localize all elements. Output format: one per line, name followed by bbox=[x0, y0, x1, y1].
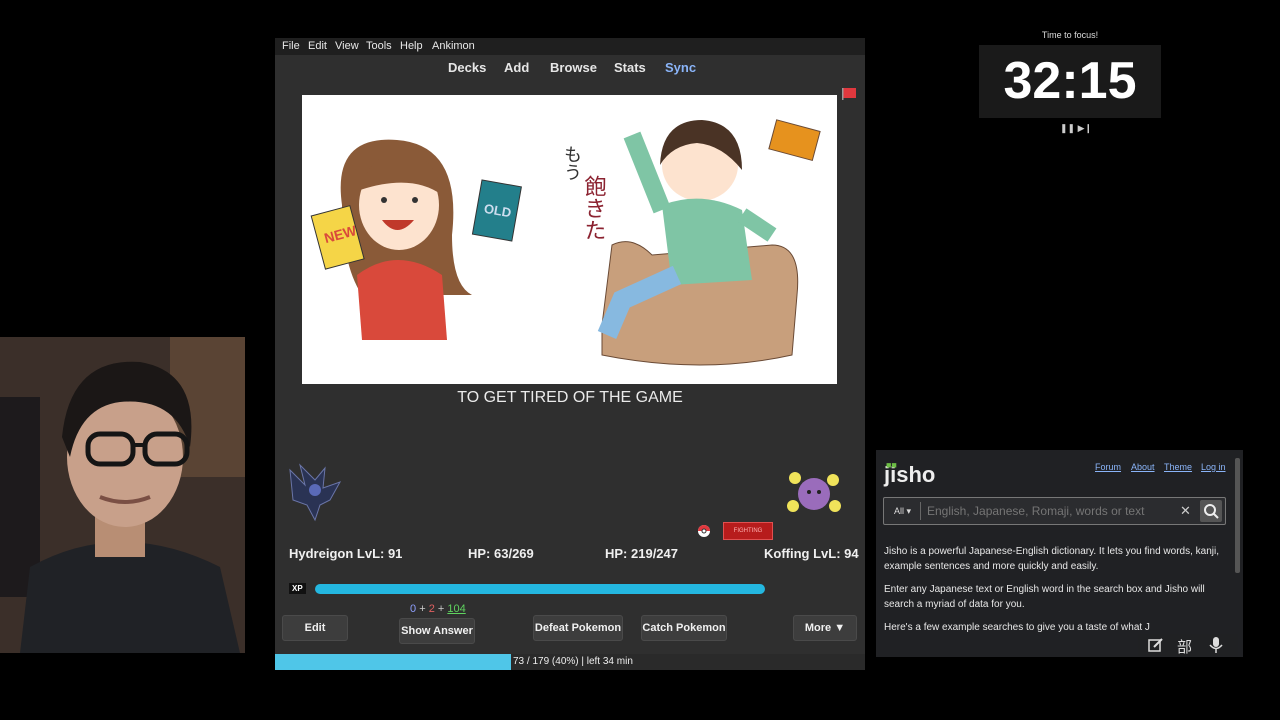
focus-timer: 32:15 bbox=[979, 45, 1161, 118]
koffing-sprite bbox=[787, 472, 841, 512]
xp-bar bbox=[315, 584, 765, 594]
anki-window: File Edit View Tools Help Ankimon Decks … bbox=[275, 38, 865, 670]
player-pokemon-name: Hydreigon LvL: 91 bbox=[289, 546, 403, 561]
new-count: 0 bbox=[410, 603, 417, 615]
show-answer-button[interactable]: Show Answer bbox=[399, 618, 475, 644]
enemy-type-badge: FIGHTING bbox=[723, 522, 773, 540]
timer-value: 32:15 bbox=[1003, 52, 1137, 110]
microphone-icon[interactable] bbox=[1208, 636, 1224, 654]
streamer-webcam-image bbox=[0, 337, 245, 653]
menu-file[interactable]: File bbox=[282, 40, 300, 52]
enemy-pokemon-name: Koffing LvL: 94 bbox=[764, 546, 859, 561]
timer-play-pause-icon[interactable]: ❚❚ ▶❙ bbox=[1060, 123, 1092, 134]
edit-button[interactable]: Edit bbox=[282, 615, 348, 641]
enemy-hp: HP: 219/247 bbox=[605, 546, 678, 561]
jisho-forum-link[interactable]: Forum bbox=[1095, 462, 1121, 472]
menu-bar: File Edit View Tools Help Ankimon bbox=[275, 38, 865, 55]
search-scope-select[interactable]: All ▾ bbox=[894, 506, 911, 517]
menu-help[interactable]: Help bbox=[400, 40, 423, 52]
learn-count: 2 bbox=[428, 603, 435, 615]
menu-view[interactable]: View bbox=[335, 40, 359, 52]
due-count: 104 bbox=[447, 603, 466, 615]
jisho-search-box: All ▾ ✕ bbox=[883, 497, 1226, 525]
catch-pokemon-button[interactable]: Catch Pokemon bbox=[641, 615, 727, 641]
plus-sign: + bbox=[437, 603, 445, 615]
jisho-intro-paragraph: Here's a few example searches to give yo… bbox=[884, 622, 1150, 633]
jisho-scrollbar[interactable] bbox=[1235, 458, 1240, 573]
toolbar-sync[interactable]: Sync bbox=[665, 60, 696, 75]
toolbar-browse[interactable]: Browse bbox=[550, 60, 597, 75]
review-progress-bar: 73 / 179 (40%) | left 34 min bbox=[275, 654, 865, 670]
search-button[interactable] bbox=[1200, 500, 1222, 522]
jisho-logo: ■■ jisho bbox=[884, 460, 935, 488]
search-icon bbox=[1204, 504, 1219, 519]
review-counts: 0 + 2 + 104 bbox=[410, 603, 466, 615]
jisho-intro-paragraph: Enter any Japanese text or English word … bbox=[884, 584, 1205, 610]
xp-label: XP bbox=[289, 583, 306, 594]
jisho-about-link[interactable]: About bbox=[1131, 462, 1155, 472]
more-button[interactable]: More ▼ bbox=[793, 615, 857, 641]
jisho-login-link[interactable]: Log in bbox=[1201, 462, 1226, 472]
jisho-theme-link[interactable]: Theme bbox=[1164, 462, 1192, 472]
jp-text-mou: もう bbox=[562, 145, 582, 181]
review-progress-fill bbox=[275, 654, 511, 670]
toolbar-decks[interactable]: Decks bbox=[448, 60, 486, 75]
main-toolbar: Decks Add Browse Stats Sync bbox=[275, 55, 865, 80]
menu-tools[interactable]: Tools bbox=[366, 40, 392, 52]
webcam-feed bbox=[0, 337, 245, 653]
flying-book bbox=[768, 119, 821, 162]
card-illustration: NEW OLD もう 飽きた bbox=[310, 119, 821, 366]
card-image: NEW OLD もう 飽きた bbox=[302, 95, 837, 384]
flag-icon[interactable] bbox=[842, 88, 856, 100]
pokeball-icon bbox=[698, 525, 710, 537]
menu-ankimon[interactable]: Ankimon bbox=[432, 40, 475, 52]
jisho-intro-paragraph: Jisho is a powerful Japanese-English dic… bbox=[884, 546, 1219, 572]
search-divider bbox=[920, 502, 921, 520]
jisho-panel: ■■jisho Forum About Theme Log in All ▾ ✕… bbox=[876, 450, 1243, 657]
clear-search-icon[interactable]: ✕ bbox=[1180, 503, 1191, 519]
hydreigon-sprite bbox=[289, 463, 342, 522]
jisho-input-tools: 部 bbox=[1138, 634, 1238, 656]
jisho-search-input[interactable] bbox=[925, 501, 1179, 521]
toolbar-add[interactable]: Add bbox=[504, 60, 529, 75]
jisho-intro: Jisho is a powerful Japanese-English dic… bbox=[884, 544, 1224, 643]
defeat-pokemon-button[interactable]: Defeat Pokemon bbox=[533, 615, 623, 641]
menu-edit[interactable]: Edit bbox=[308, 40, 327, 52]
plus-sign: + bbox=[419, 603, 426, 615]
card-caption: TO GET TIRED OF THE GAME bbox=[457, 389, 683, 406]
player-hp: HP: 63/269 bbox=[468, 546, 534, 561]
toolbar-stats[interactable]: Stats bbox=[614, 60, 646, 75]
jisho-logo-mark: ■■ bbox=[886, 460, 897, 470]
jp-text-akita: 飽きた bbox=[582, 175, 607, 241]
edit-icon[interactable] bbox=[1148, 637, 1164, 653]
radical-icon[interactable]: 部 bbox=[1177, 636, 1192, 657]
timer-label: Time to focus! bbox=[1041, 30, 1099, 40]
review-progress-text: 73 / 179 (40%) | left 34 min bbox=[513, 656, 633, 667]
